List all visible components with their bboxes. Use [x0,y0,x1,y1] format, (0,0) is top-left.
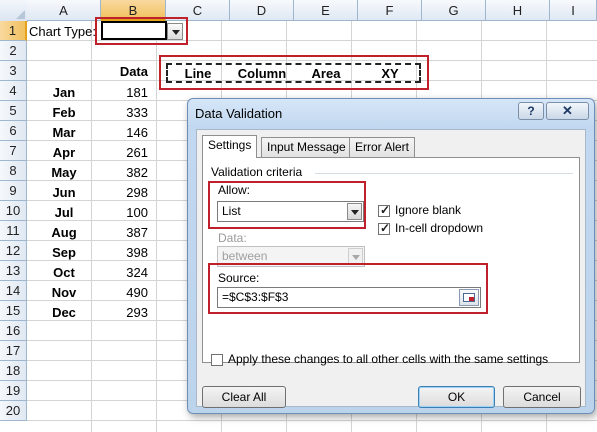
value-cell[interactable]: 298 [101,183,148,203]
row-header-9[interactable]: 9 [0,181,27,201]
row-header-19[interactable]: 19 [0,381,27,401]
close-button[interactable]: ✕ [546,102,589,120]
value-cell[interactable]: 181 [101,83,148,103]
row-header-10[interactable]: 10 [0,201,27,221]
month-cell[interactable]: Jul [27,203,101,223]
validation-criteria-label: Validation criteria [211,165,303,179]
month-cell[interactable]: Oct [27,263,101,283]
cancel-button[interactable]: Cancel [503,386,581,408]
group-divider [315,173,573,174]
row-header-5[interactable]: 5 [0,101,27,121]
row-header-14[interactable]: 14 [0,281,27,301]
value-cell[interactable]: 398 [101,243,148,263]
options-highlight [159,55,429,90]
row-header-4[interactable]: 4 [0,81,27,101]
value-cell[interactable]: 324 [101,263,148,283]
apply-all-checkbox[interactable] [211,354,223,366]
row-header-13[interactable]: 13 [0,261,27,281]
close-icon: ✕ [562,103,573,118]
select-all-corner[interactable] [0,0,28,22]
row-header-15[interactable]: 15 [0,301,27,321]
dropdown-highlight [95,17,188,45]
value-cell[interactable]: 100 [101,203,148,223]
ignore-blank-checkbox[interactable]: ✓ [378,203,391,217]
month-cell[interactable]: Aug [27,223,101,243]
row-header-16[interactable]: 16 [0,321,27,341]
row-header-20[interactable]: 20 [0,401,27,421]
month-cell[interactable]: Dec [27,303,101,323]
data-value: between [222,249,268,263]
column-header-h[interactable]: H [486,0,550,21]
checkmark-icon: ✓ [380,221,391,235]
row-header-11[interactable]: 11 [0,221,27,241]
chart-type-label: Chart Type: [29,24,96,39]
help-icon: ? [527,104,535,118]
in-cell-dropdown-label[interactable]: In-cell dropdown [395,221,483,235]
row-header-2[interactable]: 2 [0,41,27,61]
month-cell[interactable]: Mar [27,123,101,143]
help-button[interactable]: ? [518,102,544,120]
column-header-a[interactable]: A [27,0,101,21]
clear-all-button[interactable]: Clear All [202,386,286,408]
ignore-blank-label[interactable]: Ignore blank [395,203,461,217]
value-cell[interactable]: 490 [101,283,148,303]
apply-all-label[interactable]: Apply these changes to all other cells w… [228,352,548,366]
row-header-6[interactable]: 6 [0,121,27,141]
tab-input-message[interactable]: Input Message [261,137,352,157]
chevron-down-icon [352,255,360,260]
month-cell[interactable]: Nov [27,283,101,303]
row-header-3[interactable]: 3 [0,61,27,81]
row-header-7[interactable]: 7 [0,141,27,161]
data-header: Data [119,64,148,79]
month-cell[interactable]: Jan [27,83,101,103]
tab-error-alert[interactable]: Error Alert [349,137,416,157]
month-cell[interactable]: Sep [27,243,101,263]
value-cell[interactable]: 293 [101,303,148,323]
value-cell[interactable]: 382 [101,163,148,183]
row-header-12[interactable]: 12 [0,241,27,261]
month-cell[interactable]: May [27,163,101,183]
value-cell[interactable]: 333 [101,103,148,123]
data-label: Data: [218,231,247,245]
row-header-8[interactable]: 8 [0,161,27,181]
value-cell[interactable]: 261 [101,143,148,163]
row-header-18[interactable]: 18 [0,361,27,381]
column-header-i[interactable]: I [550,0,597,21]
tab-settings[interactable]: Settings [202,135,258,158]
column-header-e[interactable]: E [294,0,358,21]
ok-button[interactable]: OK [418,386,495,408]
column-header-g[interactable]: G [422,0,486,21]
checkmark-icon: ✓ [380,203,391,217]
month-cell[interactable]: Jun [27,183,101,203]
in-cell-dropdown-checkbox[interactable]: ✓ [378,221,391,235]
row-header-1[interactable]: 1 [0,21,27,41]
column-header-d[interactable]: D [230,0,294,21]
column-header-f[interactable]: F [358,0,422,21]
value-cell[interactable]: 146 [101,123,148,143]
source-highlight [208,263,488,314]
data-validation-dialog: Data Validation ? ✕ Settings Input Messa… [187,98,595,414]
row-header-17[interactable]: 17 [0,341,27,361]
value-cell[interactable]: 387 [101,223,148,243]
month-cell[interactable]: Feb [27,103,101,123]
month-cell[interactable]: Apr [27,143,101,163]
dialog-title: Data Validation [195,106,283,121]
allow-highlight [208,181,366,229]
